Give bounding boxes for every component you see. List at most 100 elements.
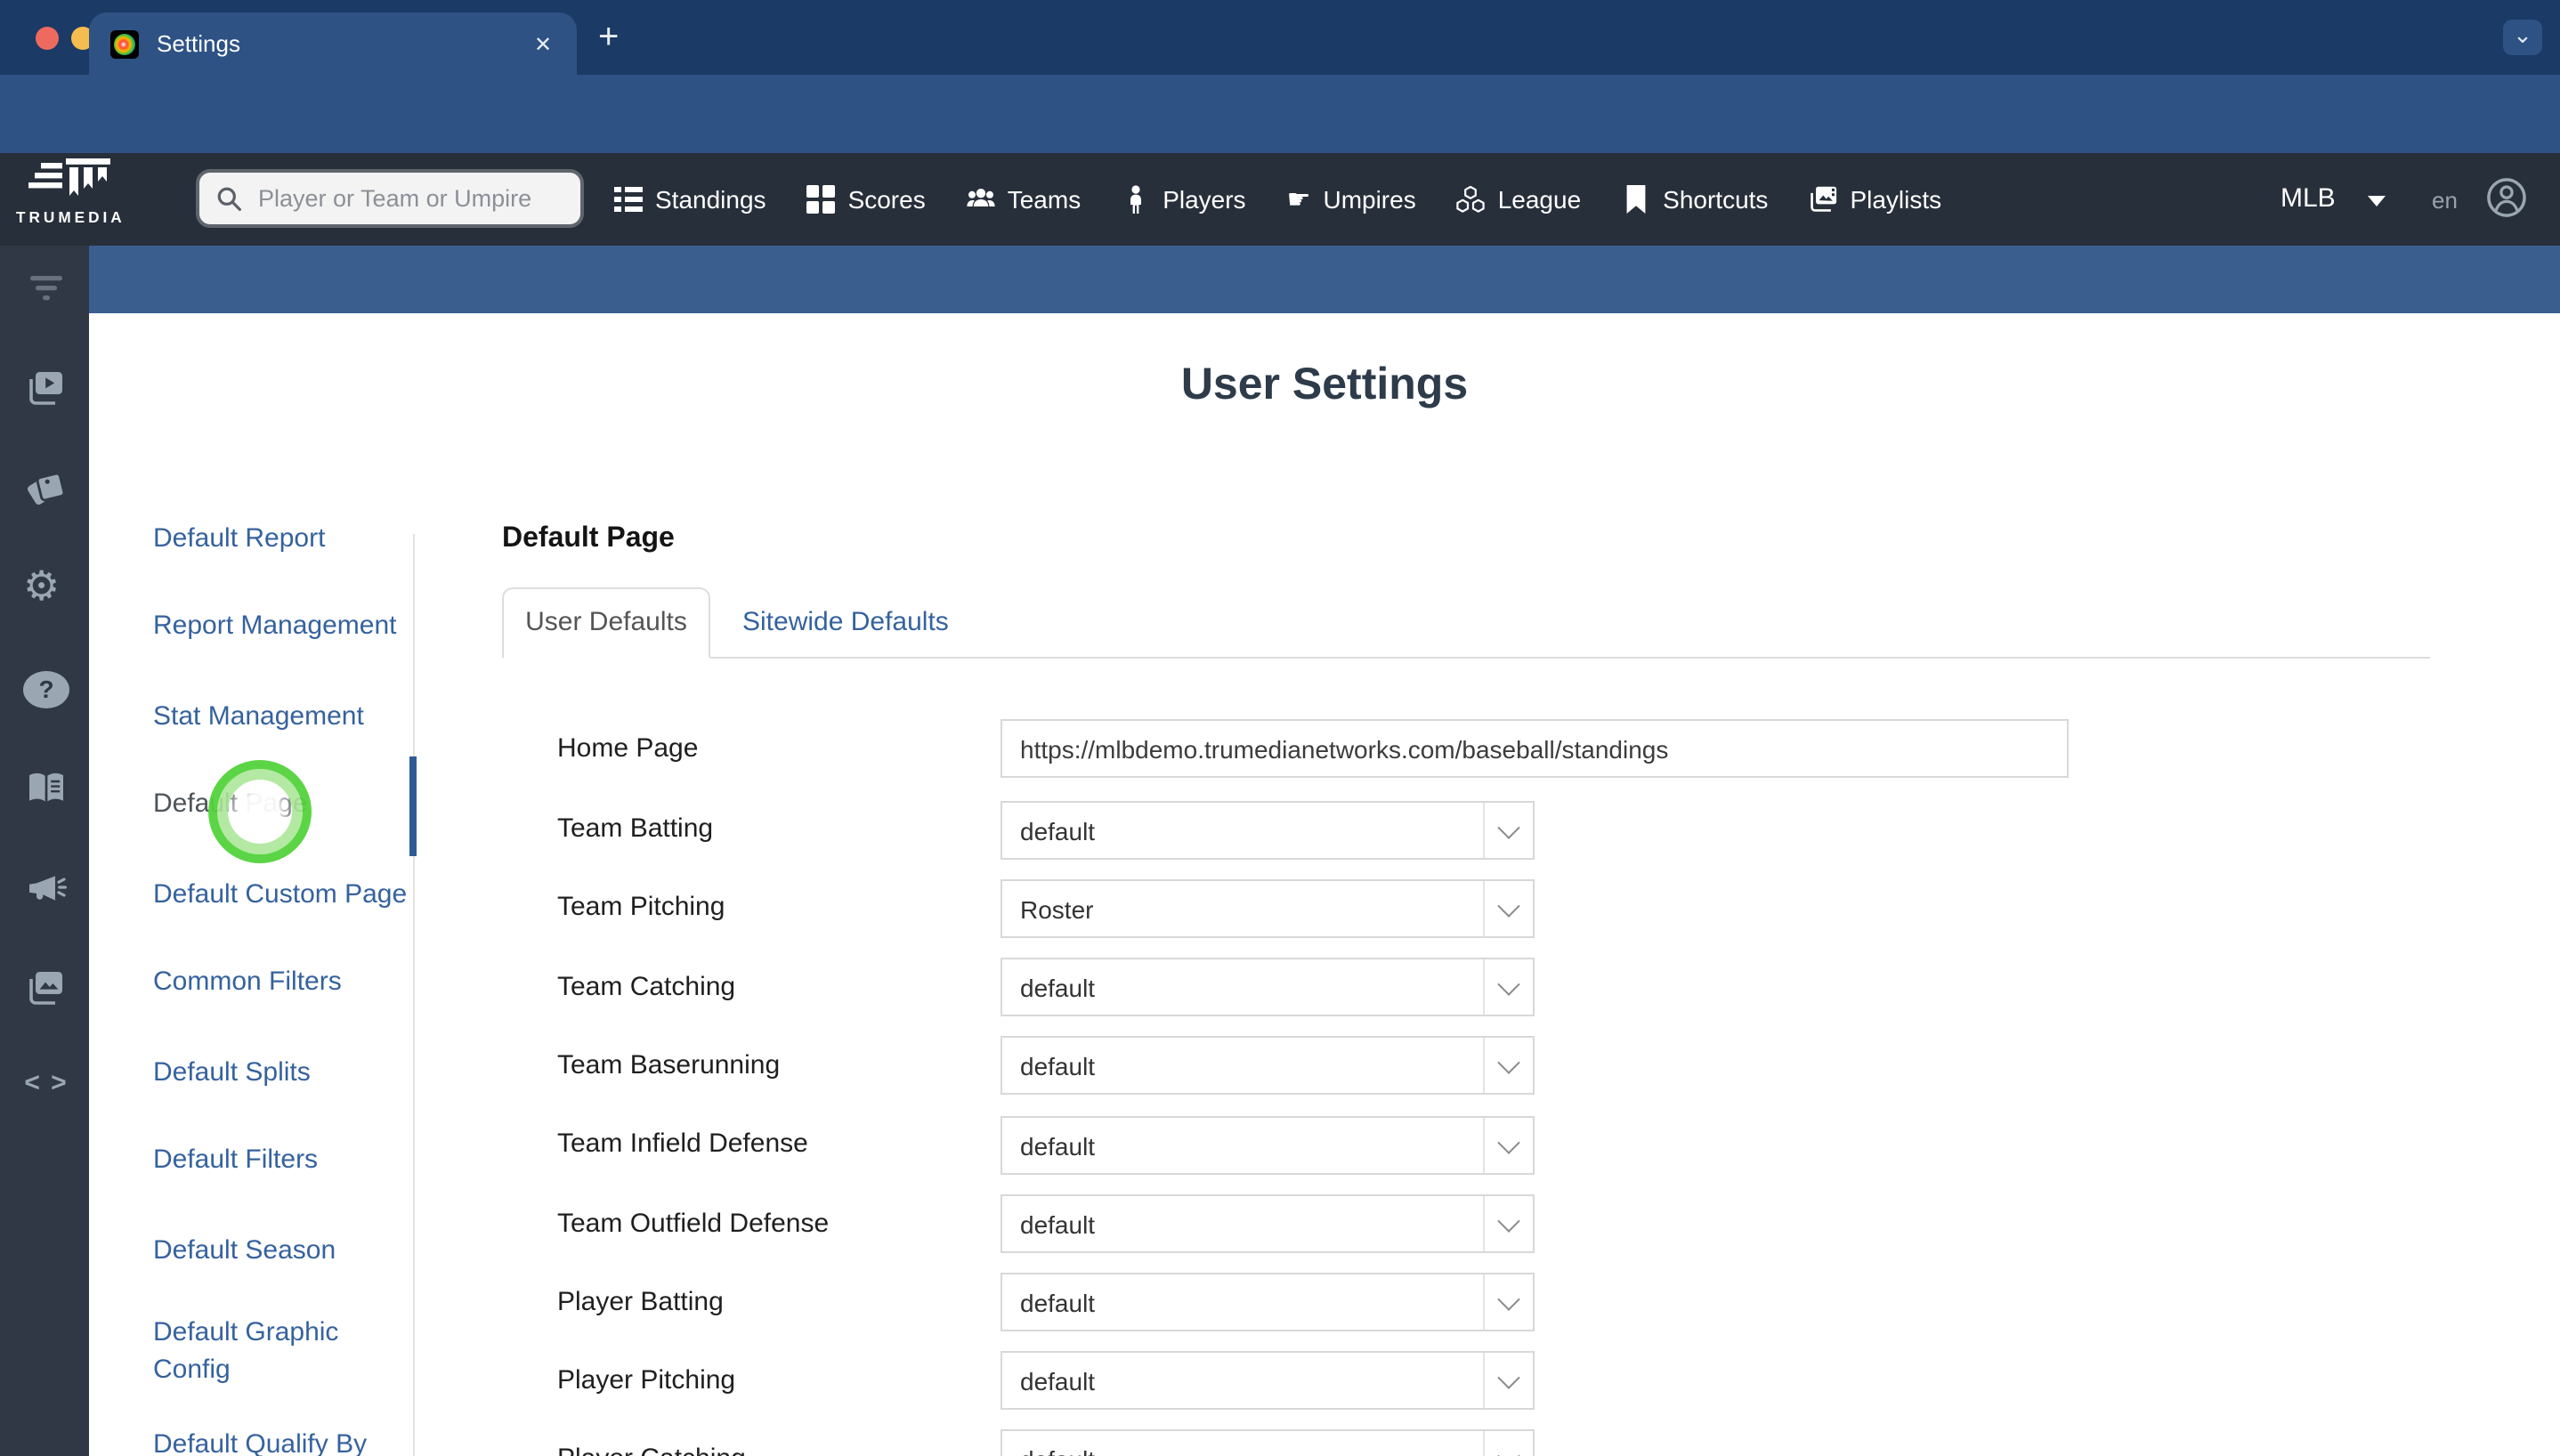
- settings-gear-icon[interactable]: ⚙: [23, 564, 60, 611]
- nav-label: Teams: [1007, 185, 1082, 214]
- nav-item-playlists[interactable]: Playlists: [1809, 185, 1941, 214]
- nav-item-umpires[interactable]: ☛ Umpires: [1287, 185, 1416, 214]
- browser-tabstrip: Settings ✕ + ⌄: [0, 0, 2560, 75]
- field-label-player-batting: Player Batting: [557, 1287, 724, 1317]
- field-label-team-catching: Team Catching: [557, 972, 736, 1002]
- screen: Settings ✕ + ⌄ mlbdemo.trumedianetworks.…: [0, 0, 2560, 1456]
- field-label-player-catching: Player Catching: [557, 1442, 746, 1456]
- tab-user-defaults[interactable]: User Defaults: [502, 587, 710, 659]
- video-playlist-icon[interactable]: [25, 367, 68, 409]
- league-selector[interactable]: MLB: [2281, 183, 2336, 214]
- page-title: User Settings: [1180, 360, 1469, 409]
- tags-icon[interactable]: [25, 466, 68, 509]
- chevron-down-icon: [1485, 1131, 1533, 1154]
- chevron-down-icon: [1485, 1209, 1533, 1233]
- menu-item-default-graphic-config[interactable]: Default Graphic Config: [153, 1314, 367, 1388]
- menu-divider: [413, 534, 415, 1456]
- trumedia-logo[interactable]: TRUMEDIA: [16, 158, 123, 226]
- field-label-team-baserunning: Team Baserunning: [557, 1050, 781, 1080]
- team-baserunning-select[interactable]: default: [1001, 1036, 1535, 1095]
- nav-label: Umpires: [1323, 185, 1416, 214]
- menu-item-default-report[interactable]: Default Report: [153, 520, 424, 557]
- language-toggle[interactable]: en: [2432, 187, 2458, 214]
- menu-item-default-season[interactable]: Default Season: [153, 1232, 424, 1269]
- field-label-team-outfield-defense: Team Outfield Defense: [557, 1209, 830, 1239]
- menu-item-default-custom-page[interactable]: Default Custom Page: [153, 876, 424, 913]
- nav-label: Shortcuts: [1663, 185, 1769, 214]
- field-label-home-page: Home Page: [557, 733, 699, 764]
- home-page-input[interactable]: [1001, 719, 2069, 778]
- chevron-down-icon: [1485, 973, 1533, 996]
- nav-label: League: [1497, 185, 1582, 214]
- media-gallery-icon[interactable]: [25, 967, 68, 1009]
- nav-label: Players: [1163, 185, 1246, 214]
- help-icon[interactable]: ?: [23, 671, 69, 708]
- nav-item-teams[interactable]: Teams: [967, 185, 1081, 214]
- nav-item-standings[interactable]: Standings: [614, 185, 766, 214]
- nav-label: Scores: [847, 185, 926, 214]
- secondary-header-band: [89, 246, 2560, 313]
- team-catching-select[interactable]: default: [1001, 958, 1535, 1016]
- player-batting-select[interactable]: default: [1001, 1273, 1535, 1331]
- shortcuts-bookmark-icon: [1626, 185, 1646, 214]
- global-search[interactable]: [196, 169, 584, 228]
- glossary-book-icon[interactable]: [25, 767, 68, 810]
- tab-title: Settings: [157, 30, 240, 57]
- search-icon: [217, 186, 241, 210]
- player-pitching-select[interactable]: default: [1001, 1351, 1535, 1410]
- tab-sitewide-defaults[interactable]: Sitewide Defaults: [742, 587, 949, 659]
- nav-label: Standings: [655, 185, 766, 214]
- favicon-heatmap: [110, 29, 139, 58]
- new-tab-button[interactable]: +: [598, 18, 619, 57]
- nav-item-league[interactable]: League: [1457, 185, 1581, 214]
- window-close-button[interactable]: [36, 27, 59, 50]
- team-batting-select[interactable]: default: [1001, 801, 1535, 860]
- scores-icon: [806, 185, 836, 214]
- account-profile-icon[interactable]: [2485, 176, 2528, 219]
- field-label-team-infield-defense: Team Infield Defense: [557, 1128, 808, 1159]
- menu-item-default-splits[interactable]: Default Splits: [153, 1054, 424, 1091]
- select-value: default: [1020, 1209, 1096, 1238]
- select-value: default: [1002, 1444, 1483, 1456]
- menu-item-default-filters[interactable]: Default Filters: [153, 1141, 424, 1178]
- nav-item-players[interactable]: Players: [1122, 185, 1246, 214]
- filter-icon[interactable]: [25, 267, 68, 310]
- search-input[interactable]: [255, 183, 564, 214]
- select-value: default: [1020, 816, 1096, 845]
- select-value: default: [1020, 973, 1096, 1001]
- trumedia-logo-mark: [28, 158, 110, 196]
- team-outfield-defense-select[interactable]: default: [1001, 1194, 1535, 1253]
- league-cubes-icon: [1457, 185, 1486, 213]
- team-pitching-select[interactable]: Roster: [1001, 879, 1535, 938]
- select-value: default: [1020, 1288, 1096, 1316]
- nav-item-scores[interactable]: Scores: [806, 185, 926, 214]
- chevron-down-icon: [1485, 1051, 1533, 1074]
- browser-tab-settings[interactable]: Settings ✕: [89, 12, 577, 75]
- browser-toolbar: mlbdemo.trumedianetworks.com/baseball/se…: [0, 75, 2560, 215]
- announcements-megaphone-icon[interactable]: [25, 867, 68, 910]
- click-highlight-ring: [208, 760, 312, 863]
- chevron-down-icon: [1485, 816, 1533, 839]
- chevron-down-icon: [1485, 1366, 1533, 1389]
- menu-item-report-management[interactable]: Report Management: [153, 607, 424, 644]
- select-value: default: [1020, 1366, 1096, 1395]
- players-icon: [1130, 185, 1142, 214]
- select-value: default: [1020, 1131, 1096, 1160]
- primary-nav: Standings Scores Teams Players ☛ Umpires: [614, 153, 1941, 246]
- team-infield-defense-select[interactable]: default: [1001, 1116, 1535, 1175]
- nav-label: Playlists: [1850, 185, 1942, 214]
- embed-code-icon[interactable]: < >: [16, 1068, 77, 1098]
- tab-search-button[interactable]: ⌄: [2503, 20, 2542, 55]
- player-catching-select[interactable]: default: [1001, 1429, 1535, 1456]
- section-heading: Default Page: [502, 523, 675, 554]
- league-caret-icon[interactable]: [2368, 196, 2386, 206]
- menu-item-stat-management[interactable]: Stat Management: [153, 698, 424, 735]
- nav-item-shortcuts[interactable]: Shortcuts: [1622, 185, 1768, 214]
- chevron-down-icon: [1485, 1288, 1533, 1311]
- select-value: default: [1020, 1051, 1096, 1080]
- menu-item-default-qualify-by[interactable]: Default Qualify By: [153, 1426, 424, 1456]
- tab-close-icon[interactable]: ✕: [527, 28, 559, 60]
- umpires-fist-icon: ☛: [1286, 183, 1311, 215]
- field-label-team-pitching: Team Pitching: [557, 892, 725, 922]
- menu-item-common-filters[interactable]: Common Filters: [153, 963, 424, 1000]
